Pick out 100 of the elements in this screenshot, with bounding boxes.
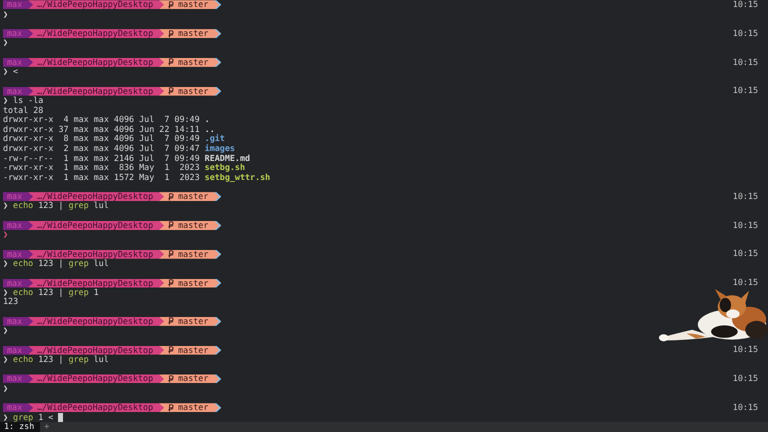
path-segment: …/WidePeepoHappyDesktop — [28, 374, 164, 384]
user-segment: max — [3, 403, 34, 412]
git-branch-icon — [168, 221, 174, 230]
branch-segment: master — [159, 374, 220, 384]
branch-segment: master — [159, 29, 220, 38]
git-branch-icon — [168, 346, 174, 354]
user-segment: max — [3, 0, 34, 10]
branch-segment: master — [159, 220, 220, 230]
output-text: -rwxr-xr-x 1 max max 1572 May 1 2023 — [3, 172, 200, 182]
command-text: 123 | — [38, 354, 64, 365]
command-text: 123 | — [38, 201, 64, 212]
path-segment: …/WidePeepoHappyDesktop — [28, 220, 164, 230]
git-branch-icon — [168, 58, 174, 66]
command-text: grep — [68, 354, 89, 365]
branch-segment: master — [159, 278, 220, 288]
git-branch-icon — [168, 87, 174, 96]
command-text: grep — [13, 412, 34, 422]
output-text: -rwxr-xr-x 1 max max 836 May 1 2023 — [3, 163, 200, 173]
prompt-chevron-icon: ❯ — [3, 67, 8, 77]
output-text: -rw-r--r-- 1 max max 2146 Jul 7 09:49 — [3, 154, 200, 164]
command-text: grep — [68, 201, 89, 212]
user-segment: max — [3, 316, 34, 326]
path-segment: …/WidePeepoHappyDesktop — [28, 403, 164, 412]
git-branch-icon — [168, 192, 174, 201]
command-text: < — [13, 67, 18, 77]
prompt-chevron-icon: ❯ — [3, 354, 8, 365]
branch-segment: master — [159, 86, 220, 96]
path-segment: …/WidePeepoHappyDesktop — [28, 346, 164, 355]
git-branch-icon — [168, 250, 174, 258]
timestamp: 10:15 — [732, 278, 758, 288]
path-segment: …/WidePeepoHappyDesktop — [28, 250, 164, 259]
prompt-chevron-icon: ❯ — [3, 288, 8, 298]
command-text: echo — [13, 288, 34, 298]
path-segment: …/WidePeepoHappyDesktop — [28, 86, 164, 96]
prompt-chevron-icon: ❯ — [3, 10, 8, 20]
command-text: echo — [13, 354, 34, 365]
command-text: lul — [94, 354, 109, 365]
user-segment: max — [3, 192, 34, 202]
file-name: .. — [204, 124, 215, 134]
user-segment: max — [3, 374, 34, 384]
prompt-chevron-icon: ❯ — [3, 38, 8, 48]
git-branch-icon — [168, 317, 174, 326]
prompt-chevron-icon: ❯ — [3, 96, 8, 106]
file-name: setbg.sh — [204, 163, 245, 173]
git-branch-icon — [168, 404, 174, 412]
command-text: ls -la — [13, 96, 44, 106]
file-name: . — [204, 115, 210, 125]
path-segment: …/WidePeepoHappyDesktop — [28, 0, 164, 10]
branch-segment: master — [159, 250, 220, 259]
timestamp: 10:15 — [732, 345, 758, 355]
output-text: 123 — [3, 297, 18, 307]
new-window-button[interactable]: + — [44, 422, 50, 432]
prompt-chevron-icon: ❯ — [3, 326, 8, 336]
path-segment: …/WidePeepoHappyDesktop — [28, 316, 164, 326]
output-text: drwxr-xr-x 4 max max 4096 Jul 7 09:49 — [3, 115, 200, 125]
command-text: grep — [68, 288, 89, 298]
prompt-chevron-icon: ❯ — [3, 259, 8, 269]
path-segment: …/WidePeepoHappyDesktop — [28, 29, 164, 38]
timestamp: 10:15 — [732, 86, 758, 96]
git-branch-icon — [168, 374, 174, 383]
output-text: total 28 — [3, 106, 44, 116]
timestamp: 10:15 — [732, 249, 758, 260]
command-text: 1 — [94, 288, 99, 298]
user-segment: max — [3, 278, 34, 288]
user-segment: max — [3, 86, 34, 96]
timestamp: 10:15 — [732, 28, 758, 38]
file-name: .git — [204, 134, 225, 144]
git-branch-icon — [168, 0, 174, 9]
timestamp: 10:15 — [732, 374, 758, 384]
user-segment: max — [3, 29, 34, 38]
command-text: grep — [68, 259, 89, 269]
command-text: 123 | — [38, 259, 64, 269]
branch-segment: master — [159, 0, 220, 10]
command-text: lul — [94, 201, 109, 212]
prompt-chevron-icon: ❯ — [3, 384, 8, 394]
command-text: echo — [13, 259, 34, 269]
output-text: drwxr-xr-x 37 max max 4096 Jun 22 14:11 — [3, 124, 200, 134]
file-name: setbg_wttr.sh — [204, 172, 270, 182]
user-segment: max — [3, 220, 34, 230]
timestamp: 10:15 — [732, 58, 758, 68]
file-name: images — [204, 144, 235, 154]
window-tab[interactable]: 1: zsh — [0, 422, 40, 432]
output-text: drwxr-xr-x 8 max max 4096 Jul 7 09:49 — [3, 134, 200, 144]
path-segment: …/WidePeepoHappyDesktop — [28, 278, 164, 288]
timestamp: 10:15 — [732, 0, 758, 10]
branch-segment: master — [159, 316, 220, 326]
git-branch-icon — [168, 279, 174, 288]
branch-segment: master — [159, 403, 220, 412]
command-text: echo — [13, 201, 34, 212]
prompt-chevron-icon: ❯ — [3, 412, 8, 422]
user-segment: max — [3, 58, 34, 67]
timestamp: 10:15 — [732, 220, 758, 230]
command-text: 123 | — [38, 288, 64, 298]
prompt-chevron-icon: ❯ — [3, 230, 8, 240]
file-name: README.md — [204, 154, 250, 164]
user-segment: max — [3, 250, 34, 259]
command-text: lul — [94, 259, 109, 269]
path-segment: …/WidePeepoHappyDesktop — [28, 58, 164, 67]
command-text: 1 < — [38, 412, 54, 422]
branch-segment: master — [159, 346, 220, 355]
